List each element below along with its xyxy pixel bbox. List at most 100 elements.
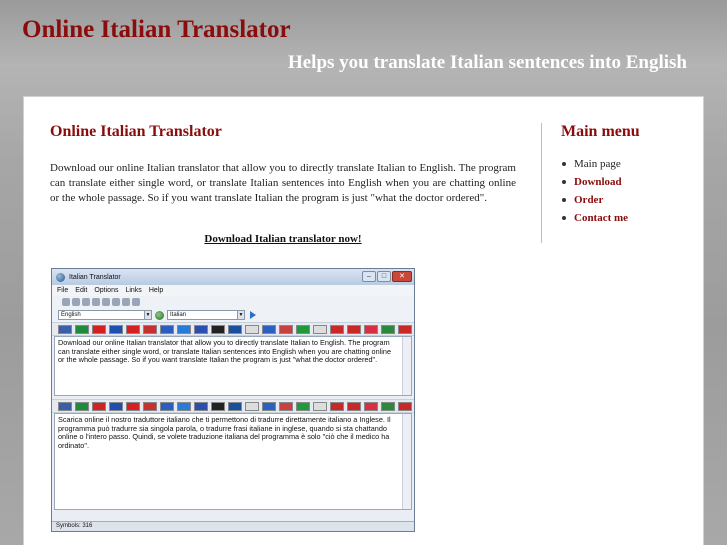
source-text-area[interactable]: Download our online Italian translator t…: [54, 336, 412, 396]
app-logo-icon: [56, 272, 65, 282]
chevron-down-icon: ▼: [237, 311, 244, 319]
source-language-value: English: [61, 312, 81, 318]
menu-item-label: Download: [574, 176, 622, 188]
translator-app-screenshot: Italian Translator – □ ✕ File Edit Optio…: [51, 268, 415, 532]
flag-icon[interactable]: [177, 401, 191, 411]
target-text: Scarica online il nostro traduttore ital…: [58, 415, 391, 450]
flag-icon[interactable]: [279, 324, 293, 334]
flag-icon[interactable]: [279, 401, 293, 411]
menu-options[interactable]: Options: [94, 287, 118, 294]
source-language-select[interactable]: English ▼: [58, 310, 152, 320]
flag-icon[interactable]: [364, 324, 378, 334]
maximize-icon[interactable]: □: [377, 271, 391, 282]
flag-icon[interactable]: [160, 324, 174, 334]
language-bar: English ▼ Italian ▼: [52, 308, 414, 322]
close-icon[interactable]: ✕: [392, 271, 412, 282]
target-flag-bar: [52, 399, 414, 413]
flag-icon[interactable]: [143, 324, 157, 334]
menu-file[interactable]: File: [57, 287, 68, 294]
status-bar: Symbols: 316: [52, 521, 414, 531]
settings-icon[interactable]: [122, 298, 130, 306]
flag-icon[interactable]: [228, 401, 242, 411]
flag-icon[interactable]: [245, 401, 259, 411]
main-menu: Main menu Main page Download Order Conta…: [561, 123, 691, 227]
flag-icon[interactable]: [75, 401, 89, 411]
flag-icon[interactable]: [160, 401, 174, 411]
flag-icon[interactable]: [313, 324, 327, 334]
flag-icon[interactable]: [109, 324, 123, 334]
flag-icon[interactable]: [228, 324, 242, 334]
new-icon[interactable]: [62, 298, 70, 306]
flag-icon[interactable]: [347, 401, 361, 411]
app-titlebar: Italian Translator – □ ✕: [52, 269, 414, 285]
flag-icon[interactable]: [381, 324, 395, 334]
target-text-area[interactable]: Scarica online il nostro traduttore ital…: [54, 413, 412, 510]
menu-edit[interactable]: Edit: [75, 287, 87, 294]
flag-icon[interactable]: [398, 401, 412, 411]
translate-arrow-icon[interactable]: [250, 311, 256, 319]
print-icon[interactable]: [112, 298, 120, 306]
menu-item-label: Main page: [574, 158, 621, 170]
flag-icon[interactable]: [211, 324, 225, 334]
column-divider: [541, 123, 542, 243]
source-text: Download our online Italian translator t…: [58, 338, 392, 365]
flag-icon[interactable]: [347, 324, 361, 334]
flag-icon[interactable]: [313, 401, 327, 411]
save-icon[interactable]: [82, 298, 90, 306]
flag-icon[interactable]: [58, 401, 72, 411]
open-icon[interactable]: [72, 298, 80, 306]
target-language-select[interactable]: Italian ▼: [167, 310, 245, 320]
swap-languages-icon[interactable]: [155, 310, 164, 320]
menu-item-label: Contact me: [574, 212, 629, 224]
flag-icon[interactable]: [194, 401, 208, 411]
app-toolbar: [52, 296, 414, 308]
menu-item-download[interactable]: Download: [561, 173, 691, 191]
copy-icon[interactable]: [92, 298, 100, 306]
scrollbar[interactable]: [402, 414, 411, 509]
menu-item-main-page[interactable]: Main page: [561, 155, 691, 173]
menu-item-contact[interactable]: Contact me: [561, 209, 691, 227]
menu-item-label: Order: [574, 194, 604, 206]
site-tagline: Helps you translate Italian sentences in…: [287, 52, 687, 73]
flag-icon[interactable]: [194, 324, 208, 334]
flag-icon[interactable]: [245, 324, 259, 334]
flag-icon[interactable]: [126, 324, 140, 334]
menu-links[interactable]: Links: [125, 287, 141, 294]
symbol-count: Symbols: 316: [56, 523, 93, 529]
site-title: Online Italian Translator: [22, 16, 291, 43]
minimize-icon[interactable]: –: [362, 271, 376, 282]
paste-icon[interactable]: [102, 298, 110, 306]
app-menubar: File Edit Options Links Help: [52, 285, 414, 296]
flag-icon[interactable]: [92, 324, 106, 334]
flag-icon[interactable]: [75, 324, 89, 334]
flag-icon[interactable]: [364, 401, 378, 411]
target-language-value: Italian: [170, 312, 187, 318]
flag-icon[interactable]: [58, 324, 72, 334]
flag-icon[interactable]: [381, 401, 395, 411]
download-link[interactable]: Download Italian translator now!: [50, 233, 516, 245]
menu-heading: Main menu: [561, 123, 640, 140]
flag-icon[interactable]: [296, 401, 310, 411]
flag-icon[interactable]: [296, 324, 310, 334]
flag-icon[interactable]: [330, 401, 344, 411]
flag-icon[interactable]: [262, 324, 276, 334]
app-title: Italian Translator: [69, 273, 121, 281]
help-icon[interactable]: [132, 298, 140, 306]
main-heading: Online Italian Translator: [50, 123, 222, 140]
main-column: Online Italian Translator Download our o…: [50, 123, 516, 245]
flag-icon[interactable]: [177, 324, 191, 334]
menu-item-order[interactable]: Order: [561, 191, 691, 209]
intro-paragraph: Download our online Italian translator t…: [50, 162, 516, 204]
flag-icon[interactable]: [398, 324, 412, 334]
flag-icon[interactable]: [92, 401, 106, 411]
flag-icon[interactable]: [330, 324, 344, 334]
flag-icon[interactable]: [109, 401, 123, 411]
chevron-down-icon: ▼: [144, 311, 151, 319]
flag-icon[interactable]: [211, 401, 225, 411]
content-panel: Online Italian Translator Download our o…: [23, 96, 704, 545]
flag-icon[interactable]: [143, 401, 157, 411]
flag-icon[interactable]: [126, 401, 140, 411]
flag-icon[interactable]: [262, 401, 276, 411]
menu-help[interactable]: Help: [149, 287, 163, 294]
scrollbar[interactable]: [402, 337, 411, 395]
